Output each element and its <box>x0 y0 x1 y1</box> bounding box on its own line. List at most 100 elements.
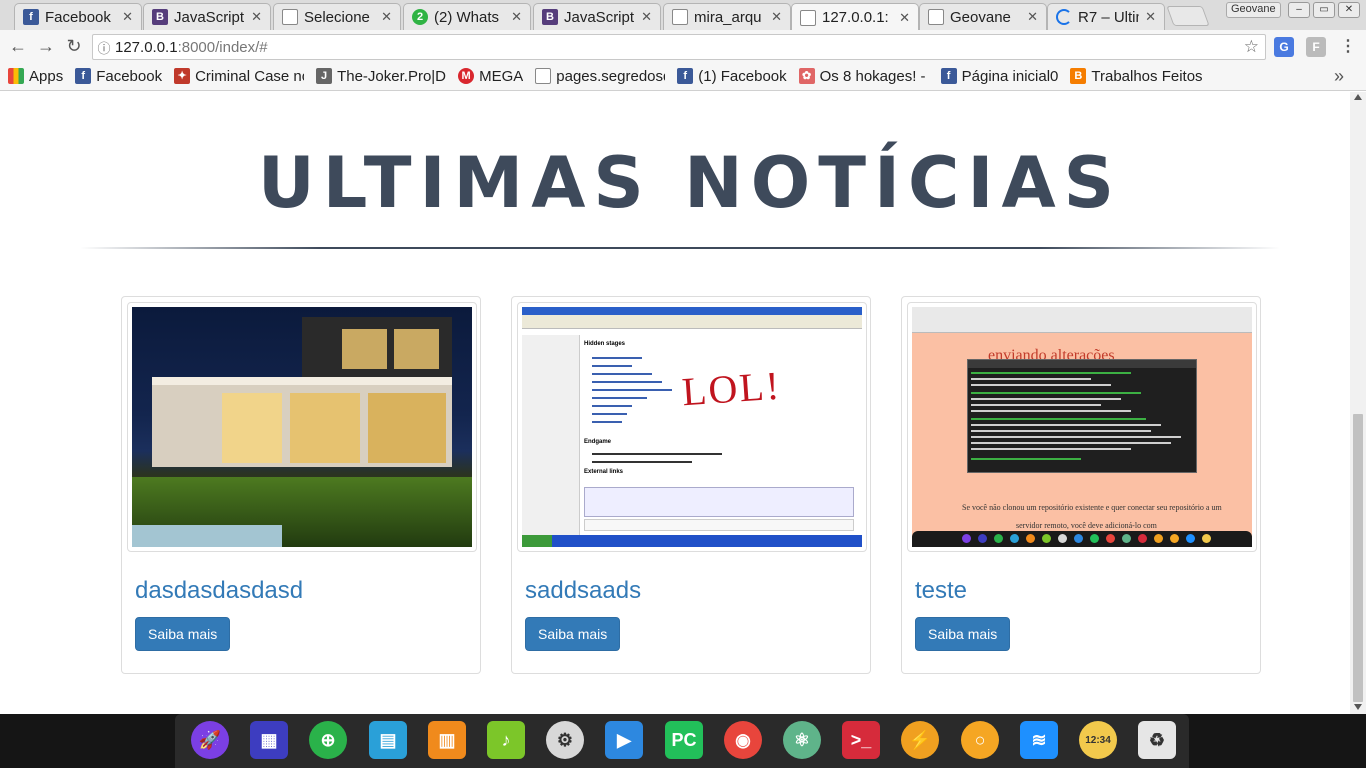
card-thumbnail[interactable]: Hidden stages LOL! Endgame External link… <box>517 302 867 552</box>
tab-localhost[interactable]: 127.0.0.1: ✕ <box>791 3 919 31</box>
saiba-mais-button[interactable]: Saiba mais <box>135 617 231 651</box>
bookmark-segredos[interactable]: pages.segredosd <box>535 68 665 85</box>
bookmark-facebook[interactable]: f Facebook <box>75 68 162 85</box>
tab-label: JavaScript <box>174 8 245 26</box>
card-title[interactable]: teste <box>915 577 967 605</box>
page-title: Ultimas Notícias <box>257 142 1123 224</box>
loading-icon <box>1056 9 1072 25</box>
pycharm-icon[interactable]: PC <box>665 721 703 759</box>
bookmark-mega[interactable]: M MEGA <box>458 68 523 85</box>
bookmark-star-icon[interactable]: ☆ <box>1244 37 1259 57</box>
bookmark-pagina-inicial[interactable]: f Página inicial0 <box>940 67 1059 85</box>
tab-label: (2) Whats <box>434 8 500 26</box>
address-host: 127.0.0.1 <box>115 38 178 56</box>
card-thumbnail[interactable]: enviando alterações Se você não clonou u… <box>907 302 1257 552</box>
tab-geovane[interactable]: Geovane ✕ <box>919 3 1047 30</box>
tab-facebook[interactable]: f Facebook ✕ <box>14 3 142 30</box>
tab-label: JavaScript <box>564 8 635 26</box>
joker-icon: J <box>316 68 333 84</box>
new-tab-button[interactable] <box>1166 6 1210 26</box>
page-icon <box>800 9 816 26</box>
bookmark-label: Facebook <box>96 67 163 85</box>
close-icon[interactable]: ✕ <box>899 10 910 26</box>
address-bar[interactable]: ⓘ 127.0.0.1 :8000/index/# ☆ <box>92 34 1266 60</box>
chrome-icon[interactable]: ◉ <box>724 721 762 759</box>
music-icon[interactable]: ♪ <box>487 721 525 759</box>
close-icon[interactable]: ✕ <box>641 9 652 25</box>
clock-icon[interactable]: 12:34 <box>1079 721 1117 759</box>
bookmark-label: MEGA <box>479 67 524 85</box>
menu-kebab-icon[interactable]: ⋮ <box>1338 37 1358 57</box>
bookmark-trabalhos[interactable]: B Trabalhos Feitos <box>1070 68 1203 85</box>
tab-whatsapp[interactable]: 2 (2) Whats ✕ <box>403 3 531 30</box>
minimize-icon[interactable]: – <box>1288 2 1310 18</box>
terminal-icon[interactable]: >_ <box>842 721 880 759</box>
bookmark-joker[interactable]: J The-Joker.Pro|Da <box>316 68 446 85</box>
info-icon[interactable]: ⓘ <box>93 38 115 57</box>
scroll-down-icon[interactable] <box>1354 704 1362 710</box>
tab-javascript-2[interactable]: B JavaScript ✕ <box>533 3 661 30</box>
launcher-icon[interactable]: 🚀 <box>191 721 229 759</box>
tab-selecione[interactable]: Selecione ✕ <box>273 3 401 30</box>
back-arrow-icon[interactable]: ← <box>6 34 30 58</box>
criminal-case-icon: ✦ <box>174 68 191 84</box>
news-card: Hidden stages LOL! Endgame External link… <box>511 296 871 674</box>
close-window-icon[interactable]: ✕ <box>1338 2 1360 18</box>
scroll-up-icon[interactable] <box>1354 94 1362 100</box>
chat-icon[interactable]: ○ <box>961 721 999 759</box>
close-icon[interactable]: ✕ <box>381 9 392 25</box>
bookmark-label: The-Joker.Pro|Da <box>337 67 447 85</box>
close-icon[interactable]: ✕ <box>1145 9 1156 25</box>
forward-arrow-icon[interactable]: → <box>34 34 58 58</box>
tab-mira-arqu[interactable]: mira_arqu ✕ <box>663 3 791 30</box>
bookmarks-bar: Apps f Facebook ✦ Criminal Case no J The… <box>0 62 1366 91</box>
blogger-icon: B <box>1070 68 1087 84</box>
atom-icon[interactable]: ⚛ <box>783 721 821 759</box>
extension-f-icon[interactable]: F <box>1306 37 1326 57</box>
wifi-icon[interactable]: ≋ <box>1020 721 1058 759</box>
card-title[interactable]: dasdasdasdasd <box>135 577 303 605</box>
scrollbar-thumb[interactable] <box>1353 414 1363 702</box>
tab-r7[interactable]: R7 – Ultim ✕ <box>1047 3 1165 30</box>
hokage-icon: ✿ <box>798 68 815 84</box>
page-scrollbar[interactable] <box>1350 92 1366 714</box>
bookmark-label: Página inicial0 <box>961 67 1059 85</box>
power-icon[interactable]: ⚡ <box>901 721 939 759</box>
translate-extension-icon[interactable]: G <box>1274 37 1294 57</box>
bookmark-facebook-1[interactable]: f (1) Facebook <box>677 68 787 85</box>
bookmark-apps[interactable]: Apps <box>8 68 63 85</box>
card-thumbnail[interactable] <box>127 302 477 552</box>
page-icon <box>282 9 298 25</box>
profile-name[interactable]: Geovane <box>1226 2 1281 18</box>
card-title[interactable]: saddsaads <box>525 577 641 605</box>
video-icon[interactable]: ▶ <box>605 721 643 759</box>
bookmarks-overflow-icon[interactable]: » <box>1334 66 1344 87</box>
tab-label: Selecione <box>304 8 370 26</box>
settings-icon[interactable]: ⚙ <box>546 721 584 759</box>
bookmark-criminal-case[interactable]: ✦ Criminal Case no <box>174 68 304 85</box>
terminal-window-icon[interactable]: ▦ <box>250 721 288 759</box>
close-icon[interactable]: ✕ <box>1027 9 1038 25</box>
saiba-mais-button[interactable]: Saiba mais <box>915 617 1011 651</box>
bookmark-label: pages.segredosd <box>556 67 666 85</box>
file-manager-icon[interactable]: ▤ <box>369 721 407 759</box>
close-icon[interactable]: ✕ <box>122 9 133 25</box>
screenshot-text: servidor remoto, você deve adicioná-lo c… <box>1016 521 1157 530</box>
store-icon[interactable]: ▥ <box>428 721 466 759</box>
reload-icon[interactable]: ↻ <box>62 34 86 58</box>
network-icon[interactable]: ⊕ <box>309 721 347 759</box>
saiba-mais-button[interactable]: Saiba mais <box>525 617 621 651</box>
bookmark-label: Criminal Case no <box>195 67 305 85</box>
page-content: Ultimas Notícias dasdasdasdasd Saiba mai… <box>0 92 1350 714</box>
trash-icon[interactable]: ♻ <box>1138 721 1176 759</box>
close-icon[interactable]: ✕ <box>511 9 522 25</box>
page-icon <box>928 9 944 25</box>
tab-javascript[interactable]: B JavaScript ✕ <box>143 3 271 30</box>
close-icon[interactable]: ✕ <box>251 9 262 25</box>
wiki-heading: Endgame <box>584 439 612 445</box>
bookmark-hokages[interactable]: ✿ Os 8 hokages! - V <box>798 68 929 85</box>
maximize-icon[interactable]: ▭ <box>1313 2 1335 18</box>
close-icon[interactable]: ✕ <box>771 9 782 25</box>
bootstrap-icon: B <box>152 9 168 25</box>
tab-label: R7 – Ultim <box>1078 8 1139 26</box>
